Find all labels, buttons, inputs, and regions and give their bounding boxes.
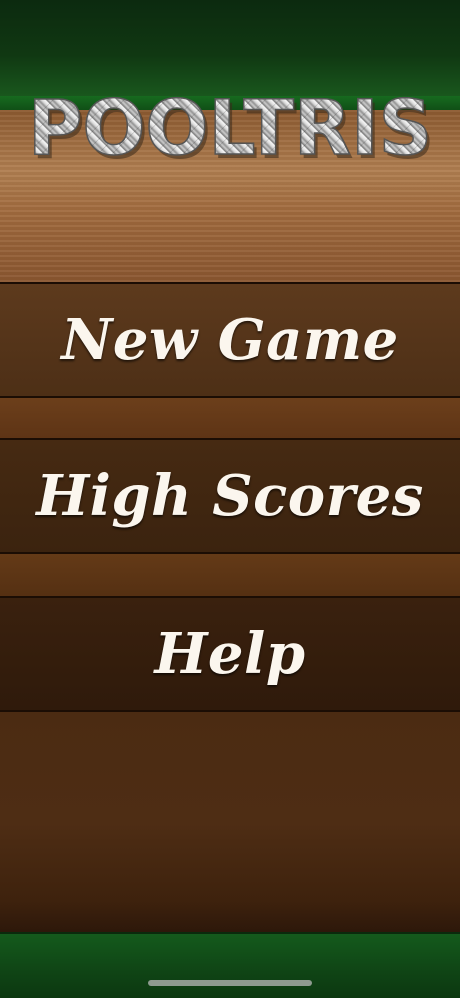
- wood-divider: [0, 398, 460, 438]
- high-scores-button[interactable]: High Scores: [0, 438, 460, 554]
- bottom-felt-background: [0, 932, 460, 998]
- new-game-label: New Game: [61, 307, 399, 373]
- high-scores-label: High Scores: [36, 463, 424, 529]
- game-title-face: POOLTRIS: [28, 83, 432, 168]
- wood-divider: [0, 554, 460, 596]
- game-logo: POOLTRIS POOLTRIS: [0, 82, 460, 168]
- help-label: Help: [154, 621, 306, 687]
- help-button[interactable]: Help: [0, 596, 460, 712]
- home-indicator[interactable]: [148, 980, 312, 986]
- new-game-button[interactable]: New Game: [0, 282, 460, 398]
- wood-footer-panel: [0, 712, 460, 934]
